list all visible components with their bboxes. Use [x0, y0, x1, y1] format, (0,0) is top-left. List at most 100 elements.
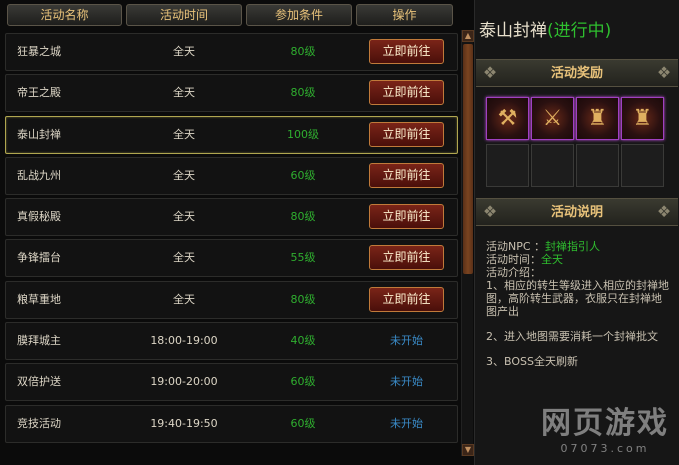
not-started-label: 未开始 — [390, 334, 423, 348]
activity-row[interactable]: 泰山封禅 全天 100级 立即前往 — [5, 115, 458, 154]
spear-icon: ⚔ — [542, 106, 563, 131]
action-cell: 立即前往 — [369, 204, 444, 230]
reward-slot[interactable]: ⚒ — [486, 97, 529, 140]
activity-name: 狂暴之城 — [17, 45, 61, 58]
action-cell: 未开始 — [369, 369, 444, 394]
action-cell: 立即前往 — [369, 162, 444, 188]
activity-condition: 60级 — [290, 416, 316, 430]
reward-slot[interactable]: ♜ — [621, 97, 664, 140]
activity-name: 争锋擂台 — [17, 251, 61, 265]
activity-condition: 80级 — [290, 292, 316, 306]
activity-condition: 60级 — [290, 168, 316, 182]
activity-time: 全天 — [173, 168, 195, 182]
go-now-button[interactable]: 立即前往 — [369, 162, 444, 188]
go-now-button[interactable]: 立即前往 — [369, 286, 444, 312]
go-now-button[interactable]: 立即前往 — [369, 39, 444, 64]
activity-row[interactable]: 乱战九州 全天 60级 立即前往 — [5, 156, 458, 195]
action-cell: 立即前往 — [369, 121, 444, 147]
activity-condition: 80级 — [290, 45, 316, 58]
axe-icon: ⚒ — [497, 106, 518, 131]
panel-title: 泰山封禅(进行中) — [479, 16, 611, 41]
scroll-thumb[interactable] — [463, 44, 473, 274]
action-cell: 立即前往 — [369, 245, 444, 271]
activity-row[interactable]: 膜拜城主 18:00-19:00 40级 未开始 — [5, 322, 458, 361]
npc-label: 活动NPC ： — [486, 240, 546, 253]
activity-row[interactable]: 竞技活动 19:40-19:50 60级 未开始 — [5, 404, 458, 443]
go-now-button[interactable]: 立即前往 — [369, 204, 444, 230]
go-now-button[interactable]: 立即前往 — [369, 121, 444, 147]
header-condition: 参加条件 — [246, 4, 352, 26]
intro-label: 活动介绍： — [486, 266, 541, 279]
armor-icon: ♜ — [632, 106, 653, 131]
action-cell: 未开始 — [369, 328, 444, 353]
action-cell: 未开始 — [369, 411, 444, 436]
activity-detail-panel: 泰山封禅(进行中) ❖ 活动奖励 ❖ ⚒ ⚔ ♜ ♜ ❖ 活动说明 ❖ 活动NP… — [474, 0, 679, 465]
reward-slot[interactable]: ♜ — [576, 97, 619, 140]
empty-slot — [531, 144, 574, 187]
activity-time: 19:00-20:00 — [150, 375, 218, 389]
activity-condition: 100级 — [287, 127, 319, 141]
watermark-text: 网页游戏 — [541, 406, 669, 441]
activity-list-panel: 活动名称 活动时间 参加条件 操作 狂暴之城 全天 80级 立即前往 帝王之殿 全天 80级… — [0, 0, 477, 465]
intro-line-2: 2、进入地图需要消耗一个封禅批文 — [486, 330, 658, 343]
activity-condition: 60级 — [290, 375, 316, 389]
action-cell: 立即前往 — [369, 286, 444, 312]
activity-rows: 狂暴之城 全天 80级 立即前往 帝王之殿 全天 80级 立即前往 泰山封禅 全天 100级 立即前往… — [5, 33, 458, 446]
activity-condition: 40级 — [290, 334, 316, 348]
header-name: 活动名称 — [7, 4, 122, 26]
watermark-logo: 网页游戏 07073.com — [541, 398, 669, 455]
empty-slot — [576, 144, 619, 187]
activity-time: 全天 — [173, 127, 195, 141]
go-now-button[interactable]: 立即前往 — [369, 80, 444, 106]
activity-time: 全天 — [173, 292, 195, 306]
activity-name: 双倍护送 — [17, 375, 61, 389]
header-action: 操作 — [356, 4, 453, 26]
ornament-icon: ❖ — [656, 202, 672, 221]
reward-header: 活动奖励 — [550, 66, 603, 81]
activity-name: 乱战九州 — [17, 168, 61, 182]
activity-name: 泰山封禅 — [17, 127, 61, 141]
activity-description: 活动NPC ：封禅指引人 活动时间：全天 活动介绍： 1、相应的转生等级进入相应… — [486, 240, 671, 368]
action-cell: 立即前往 — [369, 80, 444, 106]
activity-time: 全天 — [173, 86, 195, 100]
activity-condition: 55级 — [290, 251, 316, 265]
activity-name: 帝王之殿 — [17, 86, 61, 100]
activity-condition: 80级 — [290, 86, 316, 100]
time-value: 全天 — [541, 253, 563, 266]
description-banner: ❖ 活动说明 ❖ — [476, 198, 678, 226]
activity-row[interactable]: 真假秘殿 全天 80级 立即前往 — [5, 198, 458, 237]
intro-line-1: 1、相应的转生等级进入相应的封禅地图，高阶转生武器，衣服只在封禅地图产出 — [486, 279, 669, 318]
armor-icon: ♜ — [587, 106, 608, 131]
empty-slot — [486, 144, 529, 187]
activity-time: 全天 — [173, 251, 195, 265]
activity-row[interactable]: 争锋擂台 全天 55级 立即前往 — [5, 239, 458, 278]
activity-title: 泰山封禅 — [479, 21, 547, 41]
activity-name: 竞技活动 — [17, 416, 61, 430]
scrollbar[interactable]: ▲ ▼ — [461, 30, 474, 456]
activity-row[interactable]: 双倍护送 19:00-20:00 60级 未开始 — [5, 363, 458, 402]
activity-time: 全天 — [173, 45, 195, 58]
activity-row[interactable]: 粮草重地 全天 80级 立即前往 — [5, 280, 458, 319]
table-header: 活动名称 活动时间 参加条件 操作 — [7, 4, 453, 26]
not-started-label: 未开始 — [390, 375, 423, 389]
scroll-up-icon[interactable]: ▲ — [462, 30, 474, 42]
activity-name: 膜拜城主 — [17, 334, 61, 348]
description-header: 活动说明 — [550, 205, 603, 220]
npc-link[interactable]: 封禅指引人 — [545, 240, 600, 253]
go-now-button[interactable]: 立即前往 — [369, 245, 444, 271]
time-label: 活动时间： — [486, 253, 541, 266]
activity-row[interactable]: 狂暴之城 全天 80级 立即前往 — [5, 33, 458, 71]
activity-time: 18:00-19:00 — [150, 334, 218, 348]
activity-row[interactable]: 帝王之殿 全天 80级 立即前往 — [5, 74, 458, 113]
action-cell: 立即前往 — [369, 39, 444, 64]
ornament-icon: ❖ — [656, 63, 672, 82]
activity-condition: 80级 — [290, 210, 316, 224]
activity-time: 19:40-19:50 — [150, 416, 218, 430]
header-time: 活动时间 — [126, 4, 242, 26]
reward-slot[interactable]: ⚔ — [531, 97, 574, 140]
scroll-down-icon[interactable]: ▼ — [462, 444, 474, 456]
activity-name: 粮草重地 — [17, 292, 61, 306]
empty-slot — [621, 144, 664, 187]
not-started-label: 未开始 — [390, 416, 423, 430]
intro-line-3: 3、BOSS全天刷新 — [486, 355, 578, 368]
